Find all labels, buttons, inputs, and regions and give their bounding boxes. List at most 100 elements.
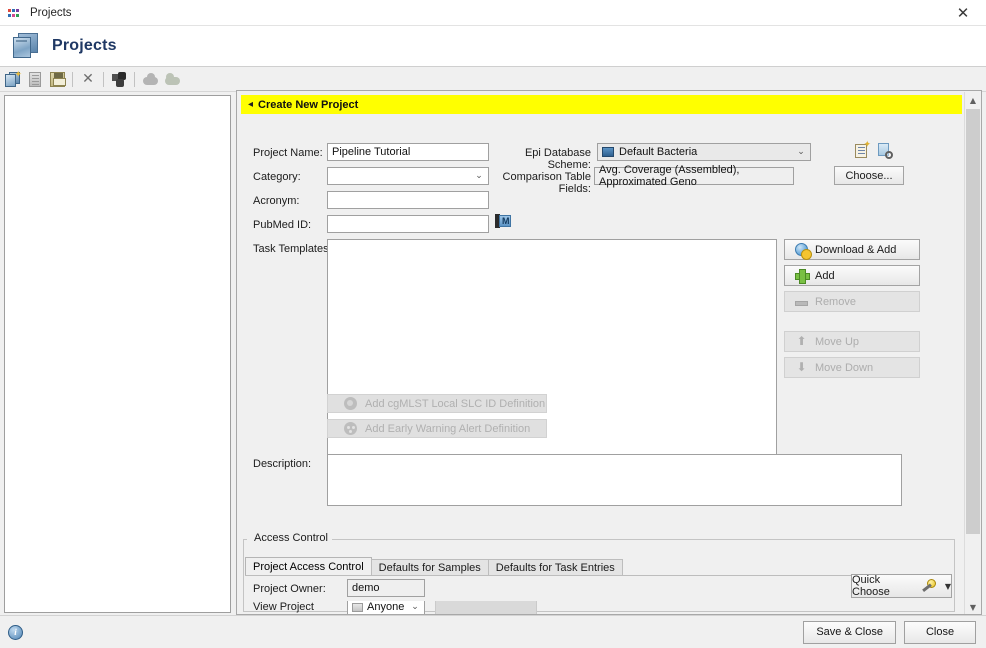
create-project-form: ◂ Create New Project Project Name: Pipel… bbox=[237, 91, 965, 614]
projects-list-panel[interactable] bbox=[4, 95, 231, 613]
add-cgmlst-definition-label: Add cgMLST Local SLC ID Definition bbox=[365, 398, 545, 410]
create-new-project-banner[interactable]: ◂ Create New Project bbox=[241, 95, 962, 114]
category-label: Category: bbox=[253, 171, 333, 183]
epi-database-scheme-label: Epi Database Scheme: bbox=[491, 147, 591, 171]
description-label: Description: bbox=[253, 458, 333, 470]
move-down-button: ⬇ Move Down bbox=[784, 357, 920, 378]
toolbar-separator bbox=[134, 72, 135, 87]
delete-x-icon: ✕ bbox=[82, 72, 94, 86]
alert-icon bbox=[344, 422, 357, 435]
pubmed-id-input[interactable] bbox=[327, 215, 489, 233]
add-template-button[interactable]: Add bbox=[784, 265, 920, 286]
scroll-thumb[interactable] bbox=[966, 109, 980, 534]
view-project-definition-value: Anyone bbox=[367, 601, 408, 613]
view-project-definition-row: View Project Definition: Anyone ⌄ bbox=[245, 601, 945, 614]
scroll-up-button[interactable]: ▲ bbox=[965, 92, 981, 108]
chevron-down-icon: ⌄ bbox=[794, 147, 808, 157]
app-header: Projects bbox=[0, 26, 986, 67]
scroll-down-button[interactable]: ▼ bbox=[965, 599, 981, 615]
app-grid-icon bbox=[8, 6, 22, 20]
epi-database-scheme-select[interactable]: Default Bacteria ⌄ bbox=[597, 143, 811, 161]
window-close-button[interactable]: ✕ bbox=[940, 0, 986, 26]
pubmed-id-label: PubMed ID: bbox=[253, 219, 333, 231]
toolbar-separator bbox=[103, 72, 104, 87]
green-plus-icon bbox=[795, 269, 808, 282]
close-button[interactable]: Close bbox=[904, 621, 976, 644]
magic-wand-icon bbox=[924, 579, 938, 593]
access-control-tabs: Project Access Control Defaults for Samp… bbox=[245, 557, 622, 576]
download-and-add-button[interactable]: Download & Add bbox=[784, 239, 920, 260]
projects-window: Projects ✕ Projects ✦ ✕ bbox=[0, 0, 986, 648]
acronym-input[interactable] bbox=[327, 191, 489, 209]
move-down-label: Move Down bbox=[815, 362, 873, 374]
chevron-down-icon: ⌄ bbox=[408, 602, 422, 612]
acronym-label: Acronym: bbox=[253, 195, 333, 207]
page-title: Projects bbox=[52, 37, 117, 55]
footer-actions: Save & Close Close bbox=[803, 621, 976, 644]
tab-defaults-for-task-entries[interactable]: Defaults for Task Entries bbox=[488, 559, 623, 576]
globe-download-icon bbox=[795, 243, 808, 256]
toolbar-delete-button[interactable]: ✕ bbox=[78, 69, 98, 89]
choose-fields-button[interactable]: Choose... bbox=[834, 166, 904, 185]
pubmed-lookup-icon[interactable]: M bbox=[495, 214, 511, 228]
quick-choose-label: Quick Choose bbox=[852, 574, 917, 598]
quick-choose-button[interactable]: Quick Choose ▼ bbox=[851, 574, 952, 598]
add-early-warning-definition-button: Add Early Warning Alert Definition bbox=[327, 419, 547, 438]
main-toolbar: ✦ ✕ bbox=[0, 67, 986, 92]
category-select[interactable]: ⌄ bbox=[327, 167, 489, 185]
access-control-group-title: Access Control bbox=[250, 532, 332, 544]
projects-logo-icon bbox=[12, 33, 40, 59]
view-project-definition-select[interactable]: Anyone ⌄ bbox=[347, 601, 425, 614]
toolbar-import-button bbox=[140, 69, 160, 89]
new-scheme-icon[interactable]: ✦ bbox=[855, 143, 870, 159]
chevron-left-icon[interactable]: ◂ bbox=[248, 99, 253, 110]
window-titlebar: Projects ✕ bbox=[0, 0, 986, 26]
toolbar-save-button[interactable] bbox=[47, 69, 67, 89]
cloud-upload-icon bbox=[143, 73, 158, 85]
description-textarea[interactable] bbox=[327, 454, 902, 506]
add-early-warning-definition-label: Add Early Warning Alert Definition bbox=[365, 423, 530, 435]
tab-defaults-for-task-entries-label: Defaults for Task Entries bbox=[496, 562, 615, 574]
project-name-input[interactable]: Pipeline Tutorial bbox=[327, 143, 489, 161]
view-project-definition-extra-button bbox=[435, 601, 537, 614]
minus-icon bbox=[795, 301, 808, 306]
view-scheme-icon[interactable] bbox=[877, 143, 893, 159]
arrow-down-icon: ⬇ bbox=[795, 361, 808, 374]
save-icon bbox=[50, 72, 65, 87]
save-and-close-button[interactable]: Save & Close bbox=[803, 621, 896, 644]
epi-database-scheme-value: Default Bacteria bbox=[619, 146, 794, 158]
group-icon bbox=[352, 603, 363, 612]
puzzle-icon bbox=[112, 72, 127, 87]
panel-vertical-scrollbar[interactable]: ▲ ▼ bbox=[964, 92, 980, 615]
arrow-up-icon: ⬆ bbox=[795, 335, 808, 348]
project-owner-input[interactable]: demo bbox=[347, 579, 425, 597]
help-info-icon[interactable] bbox=[8, 625, 23, 640]
toolbar-export-button bbox=[162, 69, 182, 89]
toolbar-new-project-button[interactable]: ✦ bbox=[3, 69, 23, 89]
add-cgmlst-definition-button: Add cgMLST Local SLC ID Definition bbox=[327, 394, 547, 413]
add-template-label: Add bbox=[815, 270, 835, 282]
tab-defaults-for-samples[interactable]: Defaults for Samples bbox=[371, 559, 489, 576]
remove-template-button: Remove bbox=[784, 291, 920, 312]
toolbar-configure-button[interactable] bbox=[109, 69, 129, 89]
tab-project-access-control[interactable]: Project Access Control bbox=[245, 557, 372, 576]
copy-icon bbox=[29, 72, 41, 87]
database-scheme-icon bbox=[602, 147, 614, 157]
comparison-table-fields-input[interactable]: Avg. Coverage (Assembled), Approximated … bbox=[594, 167, 794, 185]
banner-label: Create New Project bbox=[258, 99, 358, 111]
tabstrip-baseline bbox=[245, 575, 948, 576]
window-title: Projects bbox=[30, 7, 72, 19]
download-and-add-label: Download & Add bbox=[815, 244, 896, 256]
chevron-down-icon: ▼ bbox=[945, 582, 951, 591]
dialog-footer: Save & Close Close bbox=[0, 615, 986, 648]
new-project-icon: ✦ bbox=[5, 72, 21, 87]
create-project-panel: ◂ Create New Project Project Name: Pipel… bbox=[236, 90, 982, 615]
comparison-table-fields-label: Comparison Table Fields: bbox=[475, 171, 591, 195]
dna-icon bbox=[344, 397, 357, 410]
remove-template-label: Remove bbox=[815, 296, 856, 308]
project-name-label: Project Name: bbox=[253, 147, 333, 159]
move-up-button: ⬆ Move Up bbox=[784, 331, 920, 352]
tab-defaults-for-samples-label: Defaults for Samples bbox=[379, 562, 481, 574]
move-up-label: Move Up bbox=[815, 336, 859, 348]
tab-project-access-control-label: Project Access Control bbox=[253, 561, 364, 573]
